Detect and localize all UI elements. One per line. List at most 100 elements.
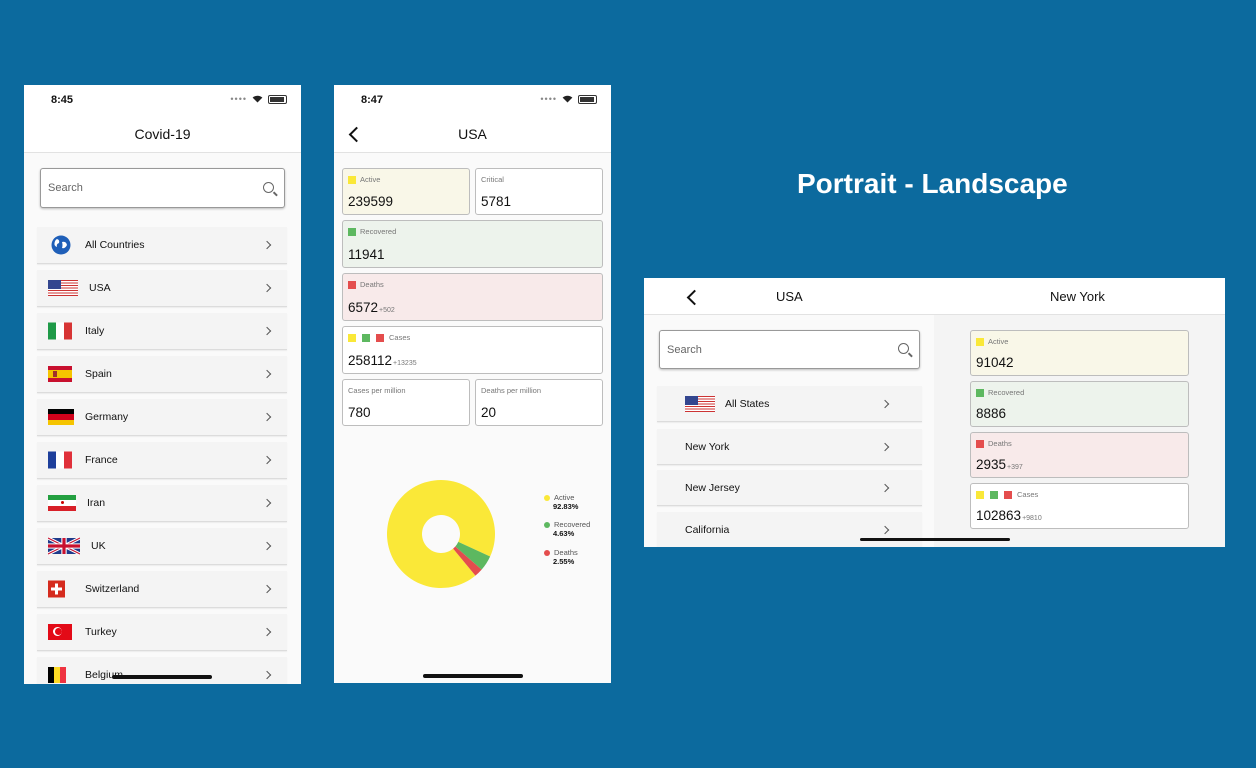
chevron-right-icon bbox=[262, 283, 272, 293]
card-label: Cases per million bbox=[348, 386, 406, 395]
home-indicator[interactable] bbox=[860, 538, 1010, 541]
list-item[interactable]: USA bbox=[37, 270, 287, 307]
recovered-color-swatch bbox=[976, 388, 984, 397]
search-input[interactable] bbox=[667, 331, 875, 368]
card-value: 11941 bbox=[348, 247, 385, 262]
chevron-right-icon bbox=[262, 369, 272, 379]
search-field[interactable] bbox=[40, 168, 285, 208]
card-label: Active bbox=[360, 175, 381, 184]
deaths-card: Deaths 6572+502 bbox=[342, 273, 603, 321]
search-input[interactable] bbox=[48, 169, 243, 207]
card-label: Active bbox=[988, 337, 1009, 346]
active-legend-dot bbox=[544, 494, 550, 501]
active-color-swatch bbox=[976, 337, 984, 346]
country-detail-screen: 8:47 •••• USA Active 239599 Critical 578… bbox=[334, 85, 611, 683]
list-item[interactable]: UK bbox=[37, 528, 287, 565]
recovered-card: Recovered 8886 bbox=[970, 381, 1189, 427]
card-delta: +397 bbox=[1007, 464, 1023, 471]
list-item-label: Switzerland bbox=[85, 583, 140, 595]
card-value: 6572 bbox=[348, 300, 379, 315]
list-item-label: New Jersey bbox=[685, 481, 740, 494]
legend-label: Recovered bbox=[554, 520, 591, 529]
chart-legend-item: Active 92.83% bbox=[544, 493, 578, 511]
list-item-label: Turkey bbox=[85, 626, 117, 638]
card-delta: +13235 bbox=[393, 360, 417, 367]
list-item[interactable]: California bbox=[657, 512, 922, 547]
card-delta: +9810 bbox=[1022, 515, 1042, 522]
home-indicator[interactable] bbox=[423, 674, 523, 678]
chevron-right-icon bbox=[262, 627, 272, 637]
list-item[interactable]: Italy bbox=[37, 313, 287, 350]
list-item[interactable]: New Jersey bbox=[657, 470, 922, 506]
deaths-legend-dot bbox=[544, 549, 550, 556]
right-nav-bar: New York bbox=[934, 278, 1225, 315]
usa-flag-icon bbox=[48, 280, 78, 296]
page-heading: Portrait - Landscape bbox=[797, 168, 1068, 199]
critical-card: Critical 5781 bbox=[475, 168, 603, 215]
legend-label: Active bbox=[554, 493, 575, 502]
card-value: 2935 bbox=[976, 457, 1007, 472]
wifi-icon bbox=[252, 95, 263, 103]
list-item-label: Italy bbox=[85, 325, 105, 337]
card-value: 20 bbox=[481, 405, 497, 420]
switzerland-flag-icon bbox=[48, 580, 65, 598]
cases-per-million-card: Cases per million 780 bbox=[342, 379, 470, 426]
status-time: 8:45 bbox=[51, 94, 74, 106]
card-label: Recovered bbox=[988, 388, 1025, 397]
left-nav-bar: USA bbox=[644, 278, 934, 315]
home-indicator[interactable] bbox=[112, 675, 212, 679]
chart-legend-item: Deaths 2.55% bbox=[544, 548, 578, 566]
list-item[interactable]: New York bbox=[657, 429, 922, 465]
deaths-card: Deaths 2935+397 bbox=[970, 432, 1189, 478]
legend-value: 92.83% bbox=[553, 502, 579, 511]
list-item[interactable]: Switzerland bbox=[37, 571, 287, 608]
chevron-right-icon bbox=[880, 525, 890, 534]
card-value: 258112 bbox=[348, 353, 393, 368]
chevron-right-icon bbox=[880, 442, 890, 451]
recovered-legend-dot bbox=[544, 521, 550, 528]
card-label: Recovered bbox=[360, 227, 397, 236]
status-time: 8:47 bbox=[361, 94, 384, 106]
list-item[interactable]: Germany bbox=[37, 399, 287, 436]
search-icon bbox=[263, 182, 274, 193]
active-color-swatch bbox=[976, 490, 984, 499]
cases-card: Cases 258112+13235 bbox=[342, 326, 603, 374]
spain-flag-icon bbox=[48, 366, 72, 382]
active-color-swatch bbox=[348, 175, 356, 184]
card-value: 91042 bbox=[976, 355, 1014, 370]
card-value: 780 bbox=[348, 405, 371, 420]
list-item[interactable]: France bbox=[37, 442, 287, 479]
list-item[interactable]: Turkey bbox=[37, 614, 287, 651]
card-value: 102863 bbox=[976, 508, 1022, 523]
status-bar: 8:45 •••• bbox=[24, 85, 301, 117]
globe-icon bbox=[51, 235, 71, 255]
country-list-screen: 8:45 •••• Covid-19 All Countries USA Ita… bbox=[24, 85, 301, 684]
donut-chart bbox=[387, 480, 495, 588]
list-item-label: Spain bbox=[85, 368, 112, 380]
card-label: Deaths bbox=[988, 439, 1012, 448]
list-item[interactable]: All Countries bbox=[37, 227, 287, 264]
chevron-right-icon bbox=[262, 412, 272, 422]
list-item[interactable]: Belgium bbox=[37, 657, 287, 684]
back-icon[interactable] bbox=[686, 289, 703, 306]
chevron-right-icon bbox=[262, 326, 272, 336]
list-item[interactable]: Iran bbox=[37, 485, 287, 522]
card-value: 8886 bbox=[976, 406, 1007, 421]
chevron-right-icon bbox=[262, 240, 272, 250]
search-field[interactable] bbox=[659, 330, 920, 369]
deaths-color-swatch bbox=[1004, 490, 1012, 499]
nav-bar: Covid-19 bbox=[24, 117, 301, 153]
list-item[interactable]: Spain bbox=[37, 356, 287, 393]
recovered-color-swatch bbox=[348, 227, 356, 236]
status-bar: 8:47 •••• bbox=[334, 85, 611, 117]
belgium-flag-icon bbox=[48, 667, 66, 683]
page-title: USA bbox=[458, 126, 487, 142]
search-icon bbox=[898, 343, 909, 354]
iran-flag-icon bbox=[48, 495, 76, 511]
card-label: Deaths bbox=[360, 280, 384, 289]
list-item[interactable]: All States bbox=[657, 386, 922, 422]
deaths-color-swatch bbox=[376, 333, 384, 342]
recovered-color-swatch bbox=[990, 490, 998, 499]
card-value: 5781 bbox=[481, 194, 512, 209]
battery-icon bbox=[268, 94, 287, 104]
